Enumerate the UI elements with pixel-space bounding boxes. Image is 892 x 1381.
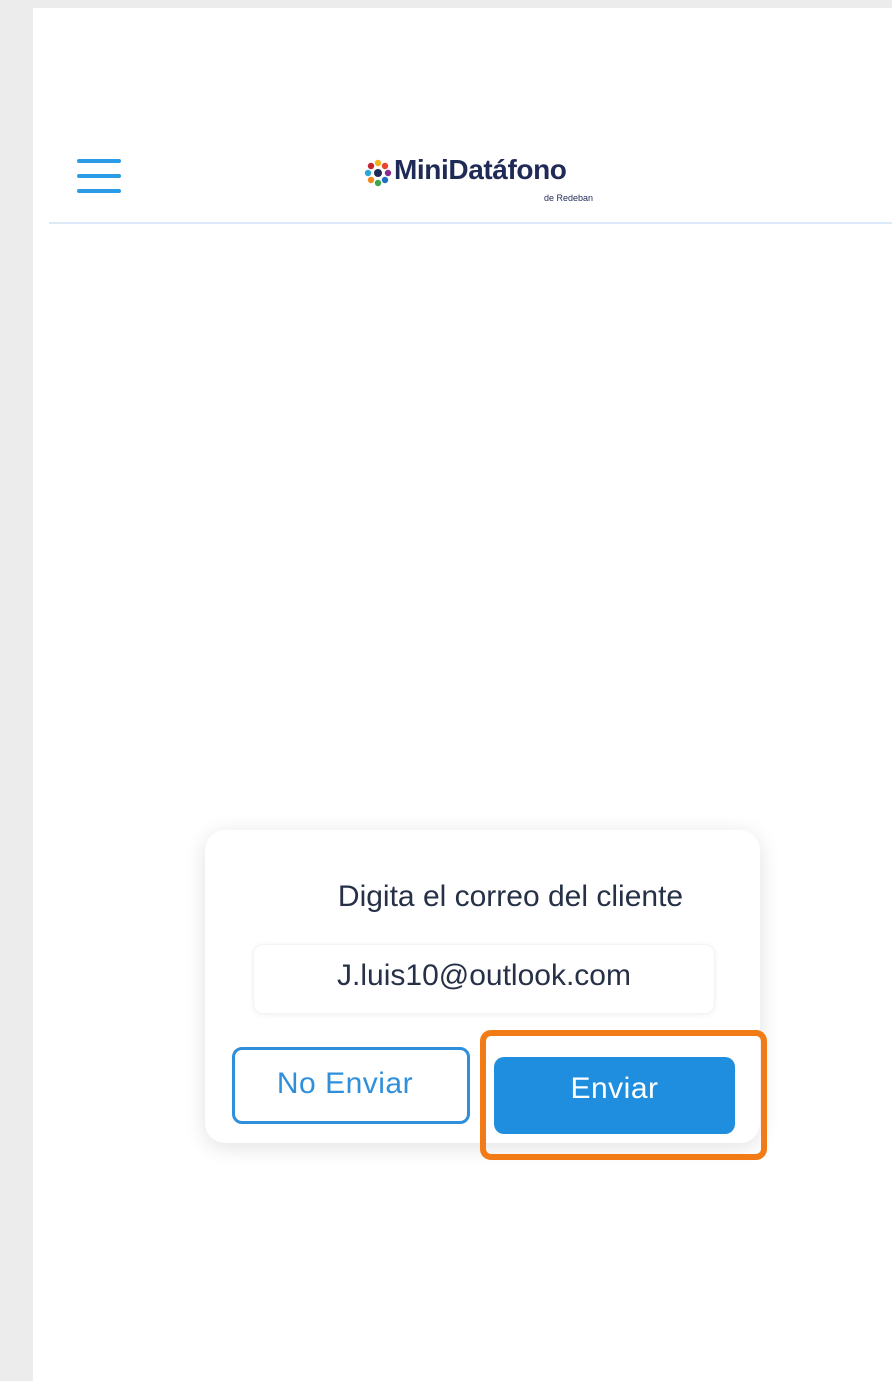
app-logo: MiniDatáfono de Redeban (364, 154, 609, 210)
no-send-button[interactable]: No Enviar (232, 1047, 470, 1124)
send-receipt-dialog: Digita el correo del cliente No Enviar E… (205, 830, 760, 1143)
minidatafono-logo-icon (364, 159, 392, 187)
dialog-title: Digita el correo del cliente (337, 880, 684, 913)
logo-subtext: de Redeban (544, 193, 594, 203)
top-bar: MiniDatáfono de Redeban (33, 8, 892, 226)
email-field[interactable] (254, 945, 714, 1013)
logo-text: MiniDatáfono (394, 154, 567, 185)
app-screen: MiniDatáfono de Redeban Digita el correo… (33, 8, 892, 1381)
header-divider (49, 222, 892, 224)
hamburger-menu-icon[interactable] (77, 151, 121, 199)
send-button[interactable]: Enviar (494, 1057, 735, 1134)
email-field-wrapper (253, 944, 715, 1014)
